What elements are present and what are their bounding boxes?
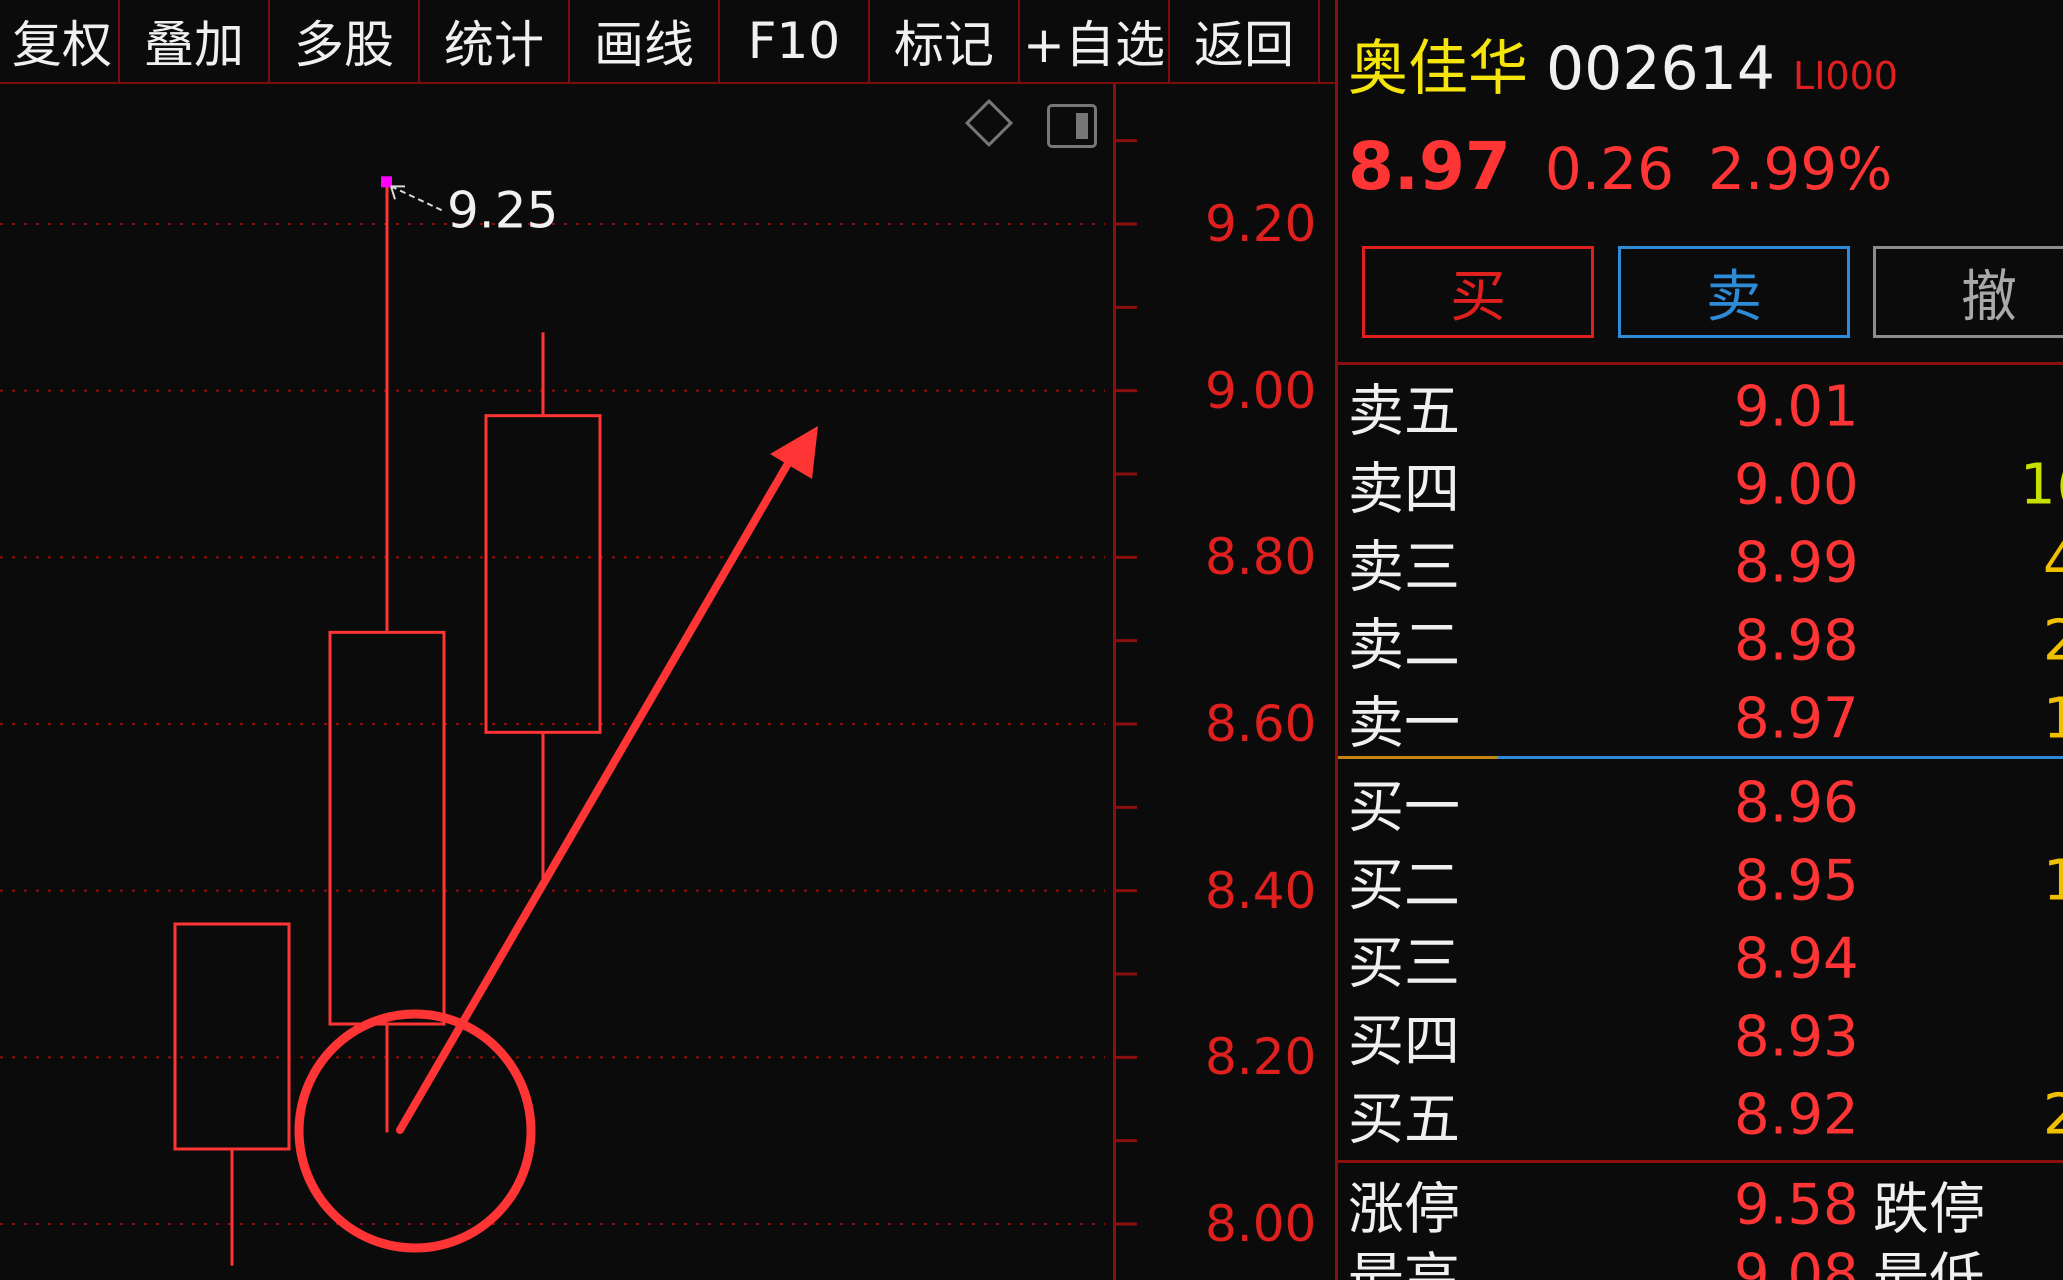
limit-down-label: 跌停 bbox=[1873, 1177, 1985, 1243]
order-book-row[interactable]: 买五 8.92 2 bbox=[1338, 1076, 2063, 1154]
cancel-order-button[interactable]: 撤 bbox=[1873, 246, 2063, 338]
bid-price: 8.95 bbox=[1734, 848, 1859, 914]
price-axis-tick-label: 8.00 bbox=[1205, 1195, 1317, 1253]
bid-ask-divider-accent bbox=[1338, 756, 1498, 759]
ask-level-label: 卖二 bbox=[1348, 613, 1460, 679]
toolbar-button-back[interactable]: 返回 bbox=[1170, 0, 1320, 82]
drawing-circle bbox=[294, 1009, 536, 1253]
high-value: 9.08 bbox=[1734, 1242, 1859, 1280]
divider bbox=[1338, 362, 2063, 365]
price-axis-tick-label: 8.80 bbox=[1205, 528, 1317, 587]
stock-name: 奥佳华 bbox=[1348, 34, 1528, 104]
limit-up-value: 9.58 bbox=[1734, 1172, 1859, 1238]
order-book-row[interactable]: 卖三 8.99 4 bbox=[1338, 524, 2063, 602]
price-axis-tick-label: 8.60 bbox=[1205, 695, 1317, 753]
price-change-percent: 2.99% bbox=[1707, 135, 1893, 203]
candle-body bbox=[173, 922, 291, 1151]
toolbar-button-statistics[interactable]: 统计 bbox=[420, 0, 570, 82]
last-price: 8.97 bbox=[1348, 128, 1511, 205]
ask-price: 9.01 bbox=[1734, 374, 1859, 440]
buy-button[interactable]: 买 bbox=[1362, 246, 1594, 338]
bid-volume: 1 bbox=[2043, 848, 2063, 914]
bid-price: 8.94 bbox=[1734, 926, 1859, 992]
ask-level-label: 卖五 bbox=[1348, 379, 1460, 445]
toolbar-button-f10[interactable]: F10 bbox=[720, 0, 870, 82]
candle-body bbox=[484, 414, 602, 734]
ask-volume: 2 bbox=[2043, 608, 2063, 674]
quote-panel: 奥佳华 002614 LI000 8.97 0.26 2.99% 买 卖 撤 卖… bbox=[1338, 0, 2063, 1280]
ask-volume: 1 bbox=[2043, 686, 2063, 752]
ask-volume: 1( bbox=[2020, 452, 2063, 518]
panel-toggle-icon[interactable] bbox=[1047, 104, 1097, 148]
high-marker-leader bbox=[390, 185, 443, 212]
high-marker-dot bbox=[381, 176, 392, 188]
bid-price: 8.92 bbox=[1734, 1082, 1859, 1148]
ask-price: 8.98 bbox=[1734, 608, 1859, 674]
price-axis-tick-label: 9.00 bbox=[1205, 361, 1317, 420]
high-row: 最高 9.08 最低 bbox=[1338, 1240, 2063, 1280]
bid-price: 8.93 bbox=[1734, 1004, 1859, 1070]
price-axis-tick-label: 9.20 bbox=[1205, 195, 1317, 253]
toolbar-button-mark[interactable]: 标记 bbox=[870, 0, 1020, 82]
drawing-arrow-shaft bbox=[396, 456, 794, 1134]
ask-price: 9.00 bbox=[1734, 452, 1859, 518]
ask-price: 8.99 bbox=[1734, 530, 1859, 596]
kline-chart[interactable]: 9.25 bbox=[0, 84, 1113, 1280]
candle-body bbox=[328, 630, 446, 1026]
bid-level-label: 买一 bbox=[1348, 775, 1460, 841]
bid-price: 8.96 bbox=[1734, 770, 1859, 836]
price-axis-tick-label: 8.20 bbox=[1205, 1028, 1317, 1087]
order-book-row[interactable]: 卖五 9.01 bbox=[1338, 368, 2063, 446]
ask-price: 8.97 bbox=[1734, 686, 1859, 752]
price-row: 8.97 0.26 2.99% bbox=[1348, 128, 1892, 205]
order-book-row[interactable]: 卖一 8.97 1 bbox=[1338, 680, 2063, 758]
ask-level-label: 卖四 bbox=[1348, 457, 1460, 523]
toolbar-button-add-watchlist[interactable]: +自选 bbox=[1020, 0, 1170, 82]
toolbar-button-fuquan[interactable]: 复权 bbox=[0, 0, 120, 82]
bid-volume: 2 bbox=[2043, 1082, 2063, 1148]
divider bbox=[1338, 1160, 2063, 1163]
order-book-row[interactable]: 买一 8.96 bbox=[1338, 764, 2063, 842]
ask-volume: 4 bbox=[2043, 530, 2063, 596]
toolbar-button-overlay[interactable]: 叠加 bbox=[120, 0, 270, 82]
order-book-row[interactable]: 买三 8.94 bbox=[1338, 920, 2063, 998]
low-label: 最低 bbox=[1873, 1247, 1985, 1280]
bid-level-label: 买五 bbox=[1348, 1087, 1460, 1153]
stock-code: 002614 bbox=[1546, 34, 1776, 104]
high-marker-label: 9.25 bbox=[447, 181, 558, 239]
limit-up-row: 涨停 9.58 跌停 bbox=[1338, 1170, 2063, 1243]
sell-button[interactable]: 卖 bbox=[1618, 246, 1850, 338]
drawing-arrow-head bbox=[770, 426, 818, 479]
price-axis-tick-label: 8.40 bbox=[1205, 861, 1317, 920]
high-label: 最高 bbox=[1348, 1247, 1460, 1280]
limit-up-label: 涨停 bbox=[1348, 1177, 1460, 1243]
price-axis-ticks bbox=[1113, 139, 1137, 1226]
order-book-row[interactable]: 买四 8.93 bbox=[1338, 998, 2063, 1076]
order-book-row[interactable]: 卖二 8.98 2 bbox=[1338, 602, 2063, 680]
toolbar-button-multi-stock[interactable]: 多股 bbox=[270, 0, 420, 82]
stock-tag: LI000 bbox=[1793, 54, 1898, 98]
price-change: 0.26 bbox=[1544, 135, 1674, 203]
order-book-row[interactable]: 卖四 9.00 1( bbox=[1338, 446, 2063, 524]
order-book-row[interactable]: 买二 8.95 1 bbox=[1338, 842, 2063, 920]
ask-level-label: 卖三 bbox=[1348, 535, 1460, 601]
bid-level-label: 买四 bbox=[1348, 1009, 1460, 1075]
bid-level-label: 买二 bbox=[1348, 853, 1460, 919]
bid-level-label: 买三 bbox=[1348, 931, 1460, 997]
toolbar-button-draw-line[interactable]: 画线 bbox=[570, 0, 720, 82]
chart-toolbar: 复权 叠加 多股 统计 画线 F10 标记 +自选 返回 bbox=[0, 0, 1335, 84]
kline-chart-area[interactable]: 9.25 9.20 9.00 8.80 8.60 8.40 8.20 8.00 bbox=[0, 84, 1335, 1280]
ask-level-label: 卖一 bbox=[1348, 691, 1460, 757]
stock-header: 奥佳华 002614 LI000 bbox=[1348, 20, 1898, 104]
